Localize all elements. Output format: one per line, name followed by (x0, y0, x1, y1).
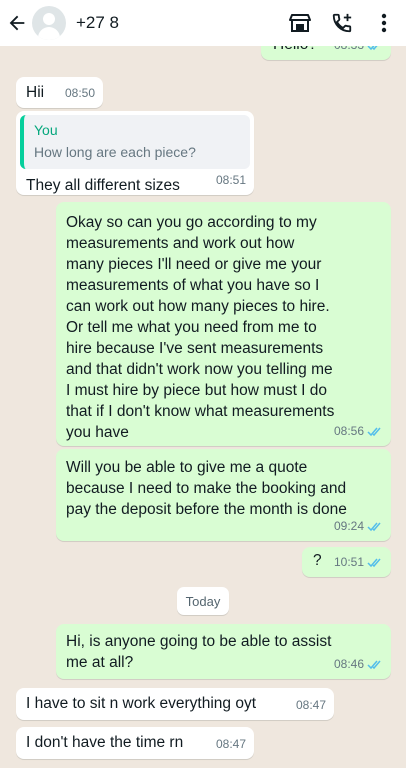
back-arrow-icon[interactable] (6, 12, 30, 34)
read-receipt-icon (367, 521, 383, 532)
message-list[interactable]: Hello? 08:33 Hii 08:50 You How long are … (0, 46, 406, 768)
incoming-message[interactable]: Hii 08:50 (16, 77, 103, 108)
message-text: I have to sit n work everything oyt (26, 695, 257, 712)
date-separator: Today (177, 587, 229, 615)
read-receipt-icon (367, 46, 383, 51)
message-meta: 08:33 (334, 46, 383, 56)
quoted-message[interactable]: You How long are each piece? (20, 115, 250, 169)
incoming-message[interactable]: I don't have the time rn 08:47 (16, 727, 254, 759)
incoming-message[interactable]: I have to sit n work everything oyt 08:4… (16, 688, 334, 720)
quote-author: You (34, 122, 58, 138)
quote-text: How long are each piece? (34, 144, 196, 160)
message-text: Okay so can you go according to my measu… (66, 214, 335, 441)
message-text: I don't have the time rn (26, 734, 184, 751)
message-text: Will you be able to give me a quote beca… (66, 459, 347, 518)
outgoing-message[interactable]: Will you be able to give me a quote beca… (56, 449, 391, 541)
read-receipt-icon (367, 426, 383, 437)
message-time: 08:46 (333, 657, 364, 671)
message-meta: 08:56 (334, 421, 383, 442)
message-time: 08:51 (215, 173, 246, 187)
avatar[interactable] (32, 6, 66, 40)
message-time: 10:51 (333, 555, 364, 569)
message-time: 08:56 (333, 424, 364, 438)
message-time: 09:24 (333, 519, 364, 533)
message-meta: 10:51 (334, 552, 383, 573)
chat-header: +27 8 (0, 0, 406, 46)
message-time: 08:33 (334, 46, 364, 56)
message-meta: 08:47 (216, 734, 246, 755)
message-meta: 08:47 (296, 695, 326, 716)
incoming-message[interactable]: You How long are each piece? They all di… (16, 111, 254, 195)
message-time: 08:47 (215, 737, 246, 751)
outgoing-message[interactable]: ? 10:51 (302, 547, 391, 577)
message-time: 08:50 (64, 86, 95, 100)
catalog-icon[interactable] (288, 11, 312, 35)
add-call-icon[interactable] (330, 11, 354, 35)
message-time: 08:47 (295, 698, 326, 712)
message-meta: 08:46 (334, 654, 383, 675)
message-meta: 09:24 (334, 516, 383, 537)
read-receipt-icon (367, 557, 383, 568)
message-meta: 08:50 (65, 83, 95, 104)
more-options-icon[interactable] (372, 11, 396, 35)
read-receipt-icon (367, 659, 383, 670)
message-meta: 08:51 (216, 170, 246, 191)
outgoing-message[interactable]: Hi, is anyone going to be able to assist… (56, 624, 391, 679)
outgoing-message[interactable]: Hello? 08:33 (261, 46, 391, 60)
contact-name[interactable]: +27 8 (76, 13, 119, 33)
outgoing-message[interactable]: Okay so can you go according to my measu… (56, 202, 391, 446)
